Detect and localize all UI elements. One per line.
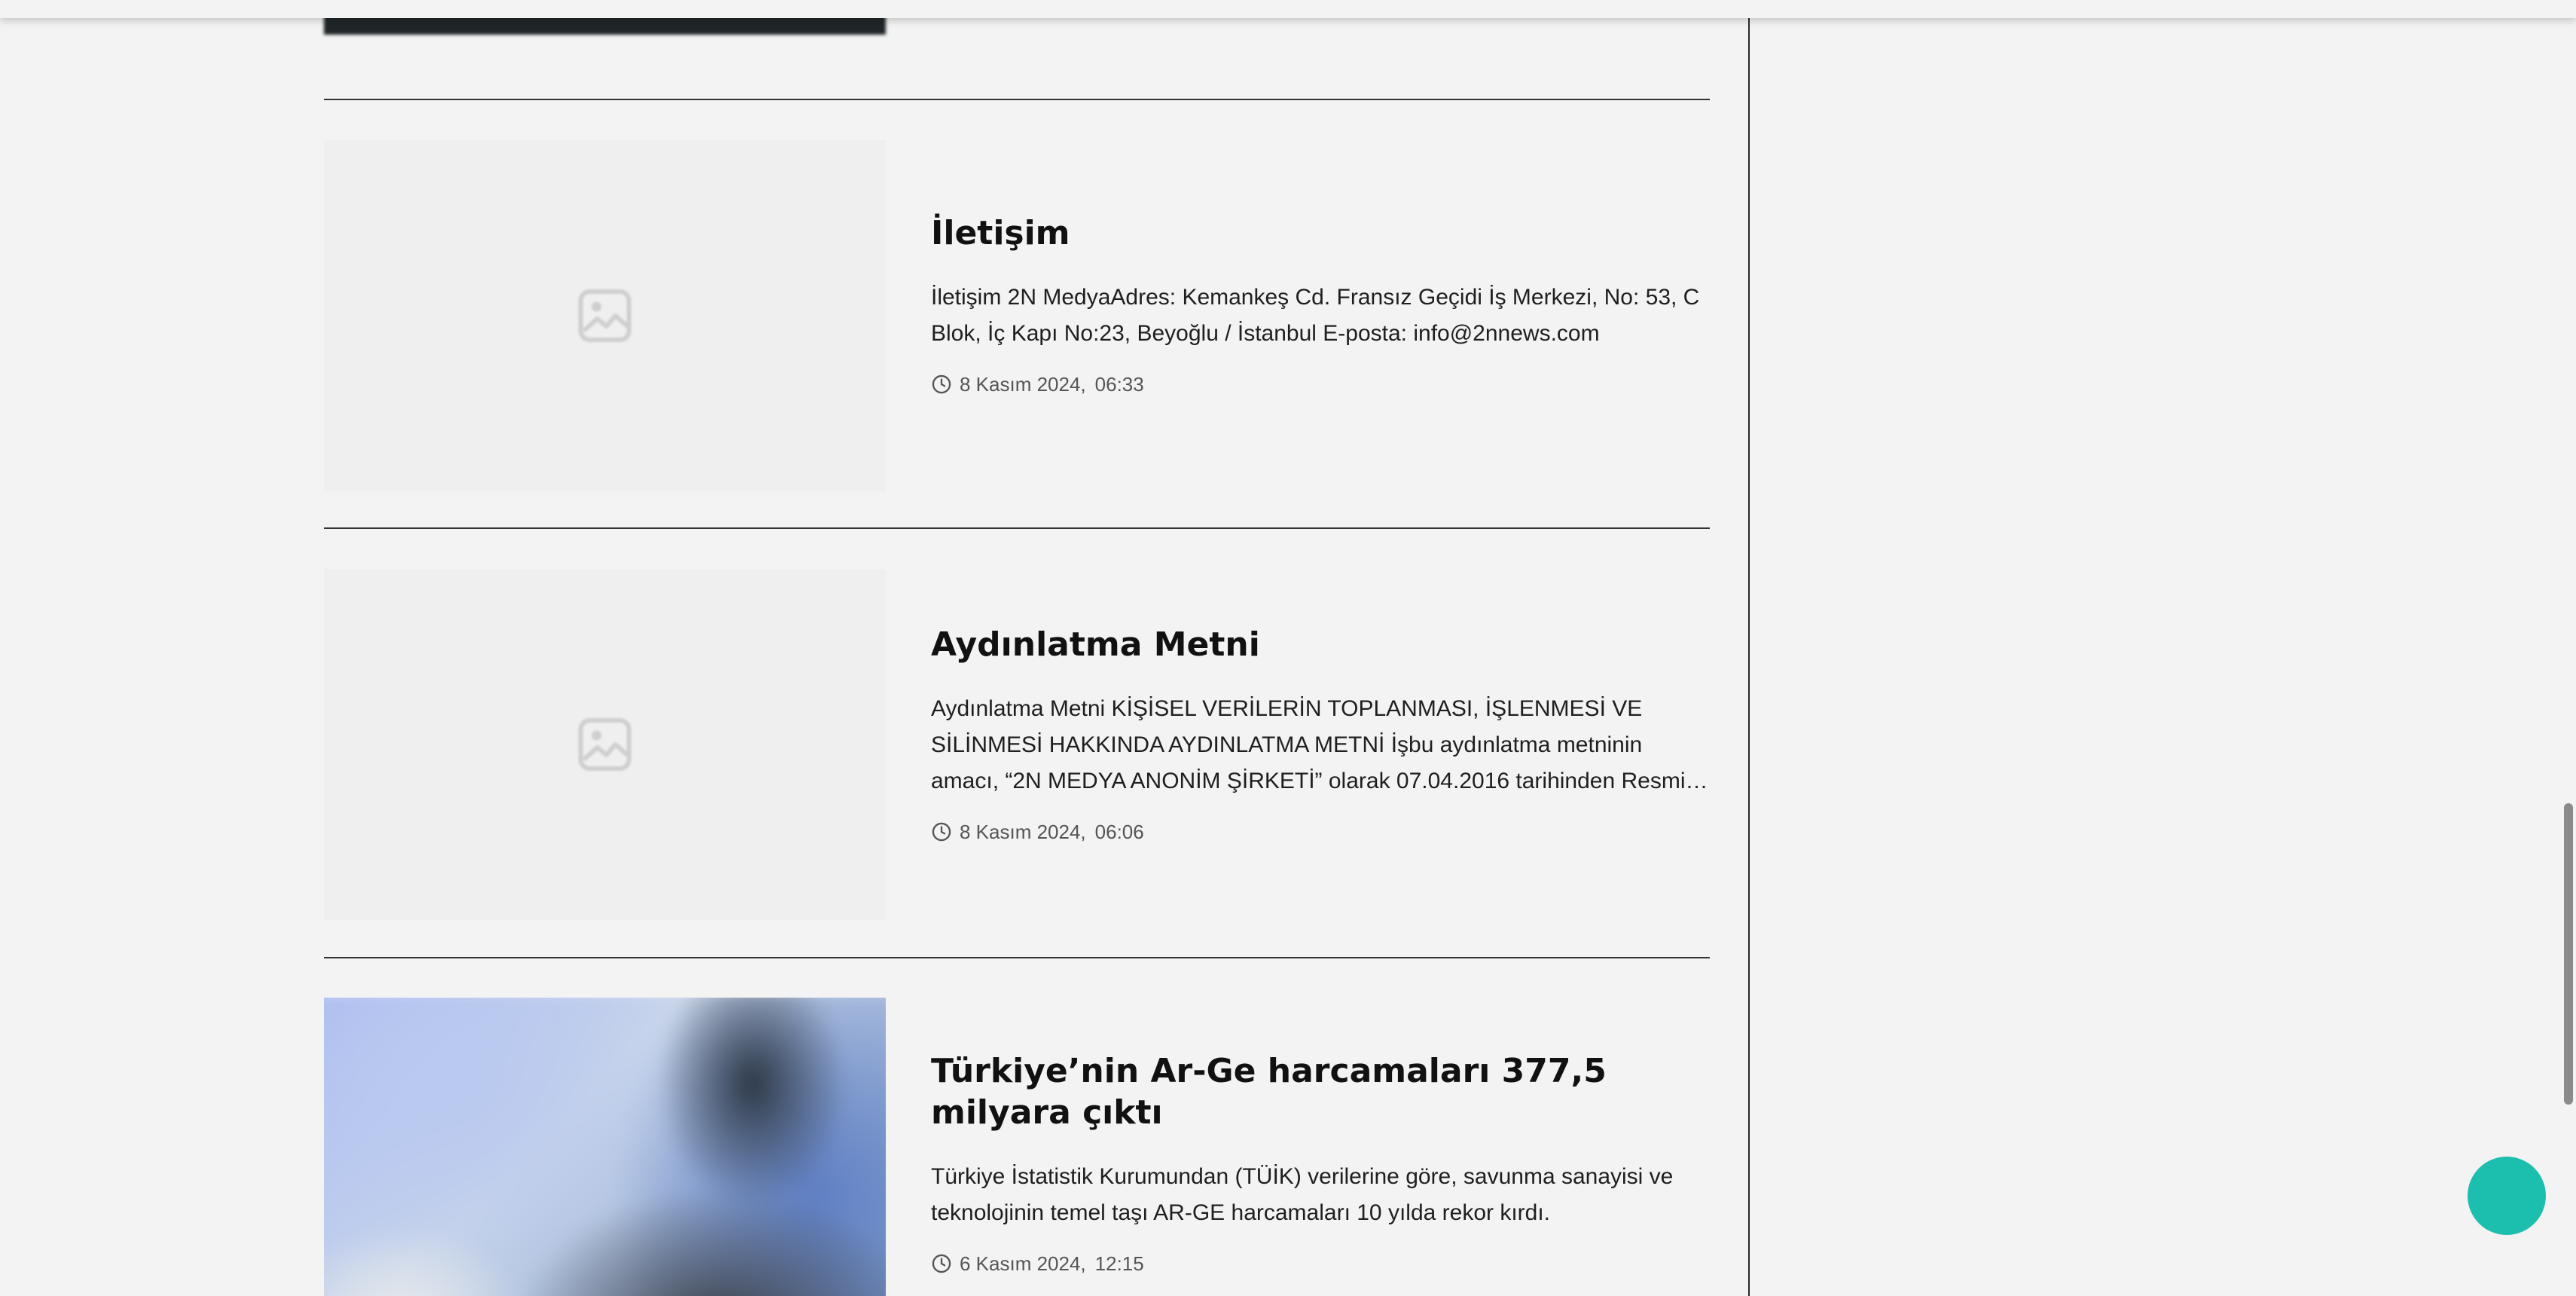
- article-date: 6 Kasım 2024,: [960, 1252, 1086, 1275]
- image-placeholder-icon: [578, 289, 631, 342]
- article-time: 06:06: [1094, 820, 1144, 843]
- article-thumbnail[interactable]: [324, 998, 886, 1296]
- article-photo: [324, 998, 886, 1296]
- page: İletişim İletişim 2N MedyaAdres: Kemanke…: [0, 0, 2576, 1296]
- clock-icon: [932, 374, 951, 394]
- article-divider: [324, 527, 1710, 529]
- top-header-bar: [0, 0, 2576, 18]
- article-date: 8 Kasım 2024,: [960, 372, 1086, 396]
- article-time: 06:33: [1094, 372, 1144, 396]
- chat-button[interactable]: [2468, 1157, 2546, 1235]
- article-title[interactable]: Türkiye’nin Ar-Ge harcamaları 377,5 mily…: [931, 1050, 1714, 1133]
- article-thumbnail[interactable]: [324, 569, 886, 920]
- article-excerpt: Türkiye İstatistik Kurumundan (TÜİK) ver…: [931, 1164, 1674, 1225]
- article-time: 12:15: [1094, 1252, 1144, 1275]
- article-card[interactable]: Aydınlatma Metni Aydınlatma Metni KİŞİSE…: [324, 569, 1710, 920]
- article-divider: [324, 99, 1710, 100]
- article-title[interactable]: Aydınlatma Metni: [931, 624, 1714, 665]
- scrollbar-track[interactable]: [2559, 0, 2576, 1296]
- article-title[interactable]: İletişim: [931, 212, 1714, 254]
- article-card[interactable]: Türkiye’nin Ar-Ge harcamaları 377,5 mily…: [324, 998, 1710, 1296]
- clock-icon: [932, 822, 951, 842]
- article-meta: 6 Kasım 2024, 12:15: [931, 1251, 1714, 1276]
- article-meta: 8 Kasım 2024, 06:33: [931, 371, 1714, 397]
- clock-icon: [932, 1254, 951, 1273]
- image-placeholder-icon: [578, 718, 631, 771]
- article-excerpt: Aydınlatma Metni KİŞİSEL VERİLERİN TOPLA…: [931, 696, 1708, 793]
- article-meta: 8 Kasım 2024, 06:06: [931, 819, 1714, 845]
- article-excerpt: İletişim 2N MedyaAdres: Kemankeş Cd. Fra…: [931, 285, 1700, 346]
- article-divider: [324, 957, 1710, 958]
- scrollbar-thumb[interactable]: [2564, 803, 2573, 1105]
- article-date: 8 Kasım 2024,: [960, 820, 1086, 843]
- article-card[interactable]: İletişim İletişim 2N MedyaAdres: Kemanke…: [324, 140, 1710, 491]
- article-thumbnail[interactable]: [324, 140, 886, 491]
- sidebar-divider: [1748, 0, 1750, 1296]
